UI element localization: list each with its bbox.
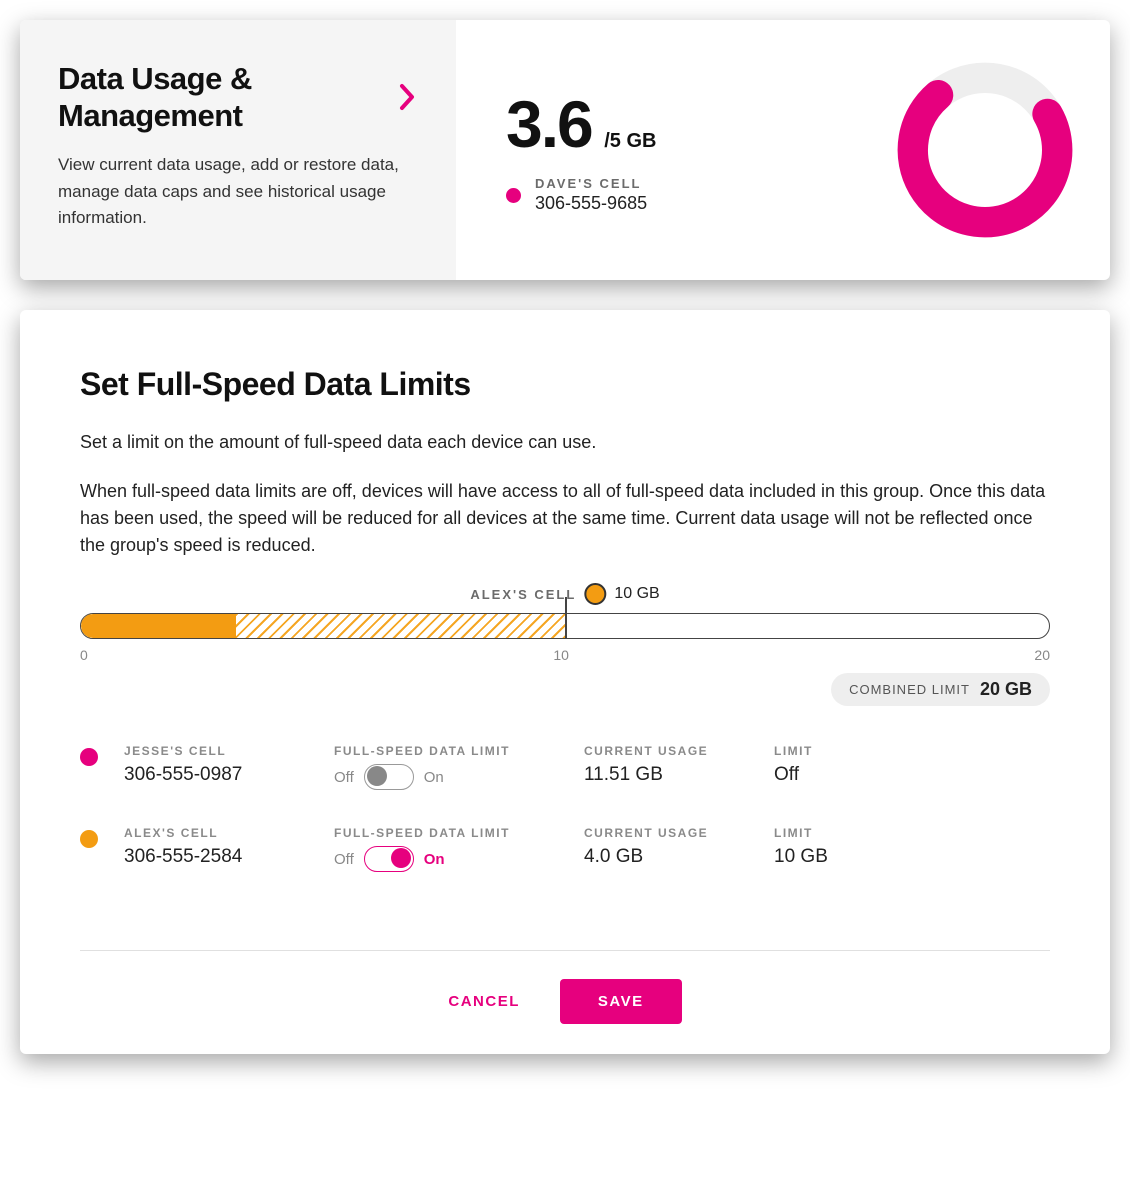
data-limits-card: Set Full-Speed Data Limits Set a limit o… bbox=[20, 310, 1110, 1054]
combined-limit-value: 20 GB bbox=[980, 679, 1032, 700]
usage-total: /5 GB bbox=[604, 130, 656, 152]
limit-value: Off bbox=[774, 764, 934, 786]
device-color-dot bbox=[506, 188, 521, 203]
device-color-dot bbox=[80, 748, 98, 766]
device-name: ALEX'S CELL bbox=[124, 826, 314, 840]
slider-track[interactable] bbox=[80, 613, 1050, 639]
device-phone: 306-555-9685 bbox=[535, 193, 647, 214]
chevron-right-icon bbox=[398, 82, 418, 117]
limit-slider[interactable]: ALEX'S CELL 10 GB 0 10 20 COMBINED LIMIT… bbox=[80, 613, 1050, 706]
data-usage-header[interactable]: Data Usage & Management View current dat… bbox=[20, 20, 456, 280]
section-description: View current data usage, add or restore … bbox=[58, 152, 418, 231]
usage-value: 4.0 GB bbox=[584, 846, 754, 868]
limit-label: LIMIT bbox=[774, 744, 934, 758]
slider-scale: 0 10 20 bbox=[80, 647, 1050, 663]
page-title: Set Full-Speed Data Limits bbox=[80, 366, 1050, 403]
combined-limit-badge: COMBINED LIMIT 20 GB bbox=[831, 673, 1050, 706]
save-button[interactable]: SAVE bbox=[560, 979, 682, 1024]
section-title: Data Usage & Management bbox=[58, 60, 380, 134]
device-row: ALEX'S CELL 306-555-2584 FULL-SPEED DATA… bbox=[80, 808, 1050, 890]
device-name: DAVE'S CELL bbox=[535, 176, 647, 191]
body-text: When full-speed data limits are off, dev… bbox=[80, 478, 1050, 559]
usage-summary: 3.6 /5 GB DAVE'S CELL 306-555-9685 bbox=[456, 20, 1110, 280]
slider-marker: ALEX'S CELL 10 GB bbox=[470, 583, 659, 605]
scale-mid: 10 bbox=[553, 647, 569, 663]
lead-text: Set a limit on the amount of full-speed … bbox=[80, 429, 1050, 456]
device-row: JESSE'S CELL 306-555-0987 FULL-SPEED DAT… bbox=[80, 726, 1050, 808]
data-limit-toggle[interactable] bbox=[364, 764, 414, 790]
device-name: JESSE'S CELL bbox=[124, 744, 314, 758]
slider-used-fill bbox=[81, 614, 236, 638]
device-phone: 306-555-0987 bbox=[124, 764, 314, 786]
toggle-label: FULL-SPEED DATA LIMIT bbox=[334, 826, 564, 840]
limit-label: LIMIT bbox=[774, 826, 934, 840]
slider-handle-icon[interactable] bbox=[584, 583, 606, 605]
toggle-off-text: Off bbox=[334, 851, 354, 868]
device-list: JESSE'S CELL 306-555-0987 FULL-SPEED DAT… bbox=[80, 726, 1050, 890]
usage-label: CURRENT USAGE bbox=[584, 744, 754, 758]
combined-limit-label: COMBINED LIMIT bbox=[849, 682, 970, 697]
data-limit-toggle[interactable] bbox=[364, 846, 414, 872]
usage-value: 11.51 GB bbox=[584, 764, 754, 786]
usage-amount: 3.6 bbox=[506, 86, 592, 162]
device-color-dot bbox=[80, 830, 98, 848]
device-phone: 306-555-2584 bbox=[124, 846, 314, 868]
scale-max: 20 bbox=[1034, 647, 1050, 663]
action-footer: CANCEL SAVE bbox=[80, 950, 1050, 1024]
cancel-button[interactable]: CANCEL bbox=[448, 993, 520, 1010]
toggle-on-text: On bbox=[424, 769, 444, 786]
marker-device-name: ALEX'S CELL bbox=[470, 587, 576, 602]
toggle-on-text: On bbox=[424, 851, 445, 868]
usage-label: CURRENT USAGE bbox=[584, 826, 754, 840]
data-usage-card: Data Usage & Management View current dat… bbox=[20, 20, 1110, 280]
usage-donut-chart bbox=[890, 55, 1080, 245]
limit-value: 10 GB bbox=[774, 846, 934, 868]
toggle-label: FULL-SPEED DATA LIMIT bbox=[334, 744, 564, 758]
scale-min: 0 bbox=[80, 647, 88, 663]
marker-value: 10 GB bbox=[614, 585, 659, 603]
toggle-off-text: Off bbox=[334, 769, 354, 786]
